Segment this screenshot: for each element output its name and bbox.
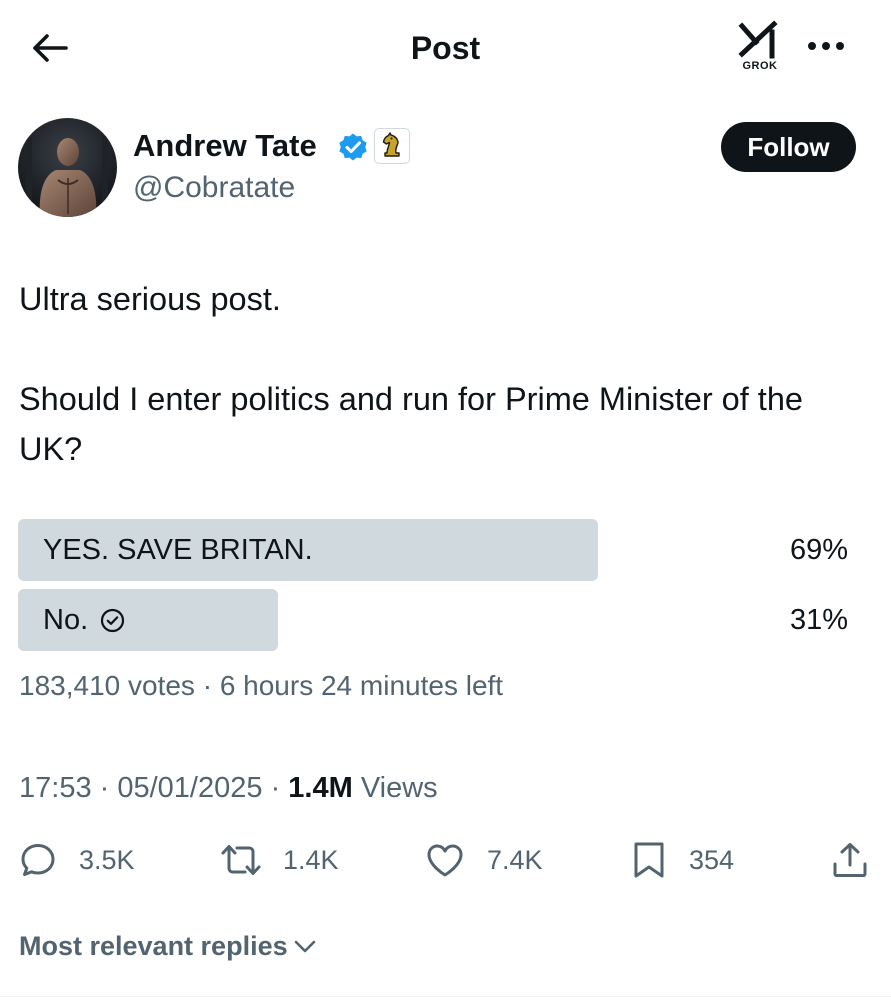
top-bar: Post GROK bbox=[0, 0, 891, 96]
like-button[interactable]: 7.4K bbox=[425, 836, 543, 884]
replies-sort-label: Most relevant replies bbox=[19, 931, 288, 961]
repost-button[interactable]: 1.4K bbox=[219, 836, 339, 884]
heart-icon bbox=[427, 844, 463, 877]
repost-icon bbox=[221, 845, 261, 875]
poll-option-label: YES. SAVE BRITAN. bbox=[43, 519, 313, 581]
post-paragraph: Ultra serious post. bbox=[19, 281, 281, 317]
views-label[interactable]: Views bbox=[353, 772, 438, 804]
like-count: 7.4K bbox=[487, 845, 543, 875]
poll-option-percent: 31% bbox=[789, 604, 848, 636]
post-timestamp: 17:53 · 05/01/2025 · 1.4M Views bbox=[19, 768, 438, 808]
poll-meta: 183,410 votes · 6 hours 24 minutes left bbox=[19, 668, 503, 704]
poll-option-yes[interactable]: YES. SAVE BRITAN. 69% bbox=[18, 519, 858, 581]
poll-option-percent: 69% bbox=[789, 534, 848, 566]
poll-option-no[interactable]: No. 31% bbox=[18, 589, 858, 651]
grok-label: GROK bbox=[742, 60, 778, 72]
chevron-down-icon bbox=[294, 940, 315, 953]
bookmark-count: 354 bbox=[689, 845, 735, 875]
divider bbox=[0, 996, 891, 997]
post-paragraph: Should I enter politics and run for Prim… bbox=[19, 381, 803, 467]
share-icon bbox=[833, 843, 867, 877]
replies-sort-dropdown[interactable]: Most relevant replies bbox=[19, 926, 317, 966]
post-time[interactable]: 17:53 bbox=[19, 772, 92, 804]
reply-icon bbox=[21, 844, 55, 876]
bookmark-icon bbox=[634, 842, 664, 878]
timestamp-separator: · bbox=[262, 772, 289, 804]
more-dots-icon bbox=[808, 42, 844, 50]
grok-button[interactable]: GROK bbox=[734, 20, 786, 76]
poll-option-label: No. bbox=[43, 589, 125, 651]
follow-button[interactable]: Follow bbox=[721, 122, 856, 172]
author-name[interactable]: Andrew Tate bbox=[133, 126, 317, 166]
poll-option-text: YES. SAVE BRITAN. bbox=[43, 534, 313, 566]
repost-count: 1.4K bbox=[283, 845, 339, 875]
post-text: Ultra serious post. Should I enter polit… bbox=[19, 274, 874, 474]
post-date[interactable]: 05/01/2025 bbox=[117, 772, 262, 804]
reply-button[interactable]: 3.5K bbox=[19, 836, 135, 884]
bookmark-button[interactable]: 354 bbox=[631, 836, 734, 884]
poll-option-text: No. bbox=[43, 604, 89, 636]
poll-meta-separator: · bbox=[194, 670, 220, 701]
grok-logo-icon bbox=[738, 20, 778, 59]
avatar[interactable] bbox=[18, 118, 117, 217]
views-count[interactable]: 1.4M bbox=[288, 772, 352, 804]
author-handle[interactable]: @Cobratate bbox=[133, 168, 295, 208]
more-options-button[interactable] bbox=[800, 26, 852, 66]
poll-votes: 183,410 votes bbox=[19, 670, 195, 701]
avatar-image bbox=[18, 118, 117, 217]
chess-knight-icon bbox=[382, 132, 400, 157]
verified-badge-icon bbox=[339, 133, 367, 161]
check-circle-icon bbox=[101, 608, 125, 632]
reply-count: 3.5K bbox=[79, 845, 135, 875]
affiliate-badge[interactable] bbox=[374, 128, 410, 164]
timestamp-separator: · bbox=[91, 772, 118, 804]
poll-time-left: 6 hours 24 minutes left bbox=[219, 670, 504, 701]
share-button[interactable] bbox=[830, 836, 870, 884]
